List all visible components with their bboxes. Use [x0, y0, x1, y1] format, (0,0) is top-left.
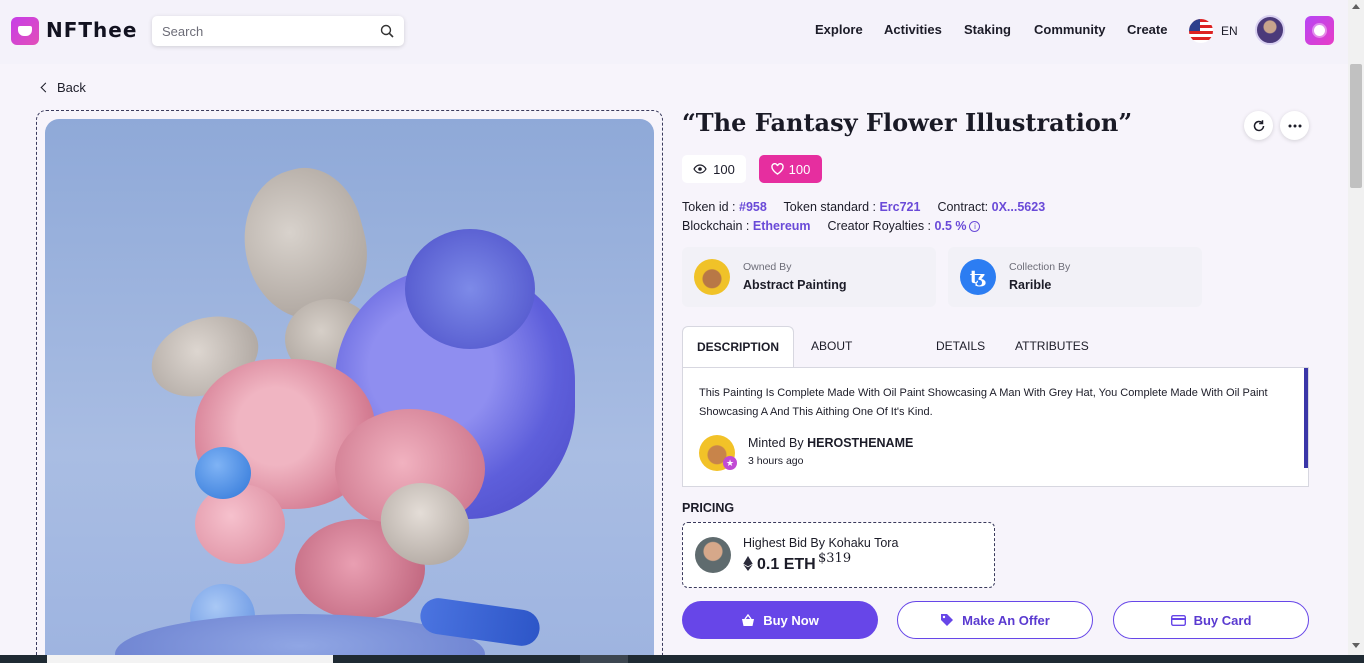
owner-avatar	[694, 259, 730, 295]
description-text: This Painting Is Complete Made With Oil …	[699, 387, 1268, 418]
refresh-button[interactable]	[1244, 111, 1273, 140]
nav-staking[interactable]: Staking	[964, 22, 1011, 37]
eye-icon	[693, 164, 707, 174]
taskbar-item[interactable]	[580, 655, 628, 663]
views-count: 100	[713, 161, 735, 177]
search-input[interactable]	[152, 16, 372, 46]
credit-card-icon	[1170, 614, 1186, 626]
owner-label: Owned By	[743, 261, 792, 273]
scroll-down-arrow-icon[interactable]	[1352, 643, 1360, 648]
search-icon[interactable]	[380, 24, 394, 38]
ellipsis-icon	[1288, 124, 1301, 127]
nav-community[interactable]: Community	[1034, 22, 1106, 37]
token-id-value[interactable]: #958	[739, 200, 767, 214]
info-icon[interactable]: i	[969, 221, 981, 232]
owner-name: Abstract Painting	[743, 278, 847, 292]
brand-logo-icon[interactable]	[11, 17, 39, 45]
us-flag-icon[interactable]	[1189, 19, 1213, 43]
chain-meta-row: Blockchain : Ethereum Creator Royalties …	[682, 219, 981, 233]
user-avatar[interactable]	[1255, 15, 1285, 45]
tab-about-project[interactable]: ABOUT PROJECT	[811, 326, 867, 393]
contract-value[interactable]: 0X...5623	[992, 200, 1046, 214]
token-standard-label: Token standard :	[783, 200, 876, 214]
tab-details[interactable]: DETAILS	[936, 326, 985, 368]
nav-explore[interactable]: Explore	[815, 22, 863, 37]
nav-activities[interactable]: Activities	[884, 22, 942, 37]
blockchain-value[interactable]: Ethereum	[753, 219, 811, 233]
theme-toggle-sun-icon[interactable]	[1305, 16, 1334, 45]
collection-name: Rarible	[1009, 278, 1052, 292]
description-scrollbar[interactable]	[1304, 368, 1308, 468]
tab-description[interactable]: DESCRIPTION	[682, 326, 794, 368]
buy-now-label: Buy Now	[763, 612, 819, 628]
royalties-label: Creator Royalties :	[827, 219, 932, 233]
like-button[interactable]: 100	[759, 155, 822, 183]
token-standard-value[interactable]: Erc721	[879, 200, 920, 214]
scroll-up-arrow-icon[interactable]	[1352, 4, 1360, 9]
heart-icon	[770, 163, 784, 175]
nft-title: “The Fantasy Flower Illustration”	[682, 108, 1133, 137]
ethereum-icon	[743, 556, 753, 571]
top-header: NFThee Explore Activities Staking Commun…	[0, 0, 1348, 64]
blockchain-label: Blockchain :	[682, 219, 750, 233]
buy-now-button[interactable]: Buy Now	[682, 601, 878, 639]
highest-bid-box: Highest Bid By Kohaku Tora 0.1 ETH $319	[682, 522, 995, 588]
collection-label: Collection By	[1009, 261, 1071, 273]
pricing-heading: PRICING	[682, 501, 735, 515]
token-id-label: Token id :	[682, 200, 736, 214]
os-taskbar	[0, 655, 1364, 663]
nft-artwork-image	[45, 119, 654, 663]
royalties-value: 0.5 %	[934, 219, 967, 233]
likes-count: 100	[788, 161, 811, 177]
buy-card-label: Buy Card	[1193, 612, 1252, 628]
back-label: Back	[57, 80, 86, 95]
bid-amount: 0.1 ETH	[743, 556, 816, 574]
owner-card[interactable]: Owned By Abstract Painting	[682, 247, 936, 307]
minter-name[interactable]: HEROSTHENAME	[807, 436, 913, 450]
back-link[interactable]: Back	[40, 80, 86, 95]
language-selector[interactable]: EN	[1221, 24, 1238, 38]
buy-card-button[interactable]: Buy Card	[1113, 601, 1309, 639]
bidder-avatar	[695, 537, 731, 573]
more-options-button[interactable]	[1280, 111, 1309, 140]
chevron-left-icon	[40, 82, 51, 93]
minted-by: Minted By HEROSTHENAME	[748, 436, 913, 450]
tab-attributes[interactable]: ATTRIBUTES	[1015, 326, 1089, 368]
make-offer-label: Make An Offer	[962, 612, 1050, 628]
brand-name[interactable]: NFThee	[46, 18, 137, 42]
bid-eth-value: 0.1 ETH	[757, 556, 816, 573]
contract-label: Contract:	[937, 200, 989, 214]
collection-card[interactable]: ꜩ Collection By Rarible	[948, 247, 1202, 307]
tag-icon	[941, 614, 954, 626]
minted-time: 3 hours ago	[748, 455, 804, 467]
shopping-basket-icon	[742, 613, 755, 626]
bid-usd-value: $319	[818, 551, 852, 566]
taskbar-window[interactable]	[47, 655, 333, 663]
description-panel: This Painting Is Complete Made With Oil …	[682, 367, 1309, 487]
views-counter: 100	[682, 155, 746, 183]
make-offer-button[interactable]: Make An Offer	[897, 601, 1093, 639]
minted-by-prefix: Minted By	[748, 436, 804, 450]
scrollbar-thumb[interactable]	[1350, 64, 1362, 188]
token-meta-row: Token id : #958 Token standard : Erc721 …	[682, 200, 1045, 214]
search-bar	[152, 16, 404, 46]
nav-create[interactable]: Create	[1127, 22, 1167, 37]
tezos-logo-icon: ꜩ	[960, 259, 996, 295]
refresh-icon	[1253, 119, 1264, 131]
highest-bid-label: Highest Bid By Kohaku Tora	[743, 536, 899, 550]
star-badge-icon: ★	[723, 456, 737, 470]
